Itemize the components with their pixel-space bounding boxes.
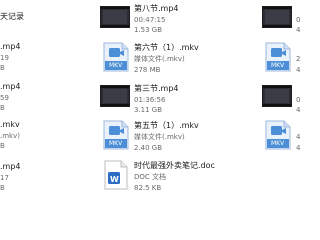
file-meta: 01:36:56 [134, 96, 166, 104]
file-size: 4 [296, 66, 301, 74]
word-letter: W [110, 175, 119, 184]
left-item-4[interactable]: .mp4 17 B [0, 160, 60, 196]
mkv-label: MKV [271, 62, 285, 69]
file-size: 278 MB [134, 66, 161, 74]
file-size: 4 [296, 144, 301, 152]
file-name: .mp4 [0, 162, 21, 171]
file-name: 第五节（1）.mkv [134, 121, 199, 130]
right-item-1[interactable]: MKV 2 4 [262, 40, 300, 80]
right-item-0[interactable]: 0 4 [262, 2, 300, 42]
left-item-2[interactable]: .mp4 59 B [0, 80, 60, 116]
file-meta: 2 [296, 55, 301, 63]
file-size: 4 [296, 106, 301, 114]
mkv-label: MKV [271, 140, 285, 147]
file-meta: .mkv) [0, 132, 20, 140]
file-meta: 媒体文件(.mkv) [134, 55, 185, 63]
right-item-3[interactable]: MKV 4 4 [262, 118, 300, 158]
file-size: B [0, 184, 5, 192]
file-name: 时代最强外卖笔记.doc [134, 161, 215, 170]
file-name: 第八节.mp4 [134, 4, 179, 13]
file-meta: 0 [296, 96, 301, 104]
file-name: .mkv [0, 120, 20, 129]
video-thumbnail-icon [262, 85, 292, 107]
file-item-4[interactable]: W 时代最强外卖笔记.doc DOC 文档 82.5 KB [100, 158, 240, 198]
file-item-0[interactable]: 第八节.mp4 00:47:15 1.53 GB [100, 2, 220, 42]
file-name: 第三节.mp4 [134, 84, 179, 93]
left-item-0[interactable]: 天记录 [0, 8, 60, 38]
file-meta: 17 [0, 174, 9, 182]
file-item-3[interactable]: MKV 第五节（1）.mkv 媒体文件(.mkv) 2.40 GB [100, 118, 220, 158]
file-size: B [0, 142, 5, 150]
file-meta: 00:47:15 [134, 16, 166, 24]
left-item-1[interactable]: .mp4 19 B [0, 40, 60, 76]
file-size: 1.53 GB [134, 26, 163, 34]
video-thumbnail-icon [100, 85, 130, 107]
file-size: 4 [296, 26, 301, 34]
file-meta: 19 [0, 54, 9, 62]
file-item-1[interactable]: MKV 第六节（1）.mkv 媒体文件(.mkv) 278 MB [100, 40, 220, 80]
video-thumbnail-icon [100, 6, 130, 28]
right-item-2[interactable]: 0 4 [262, 82, 300, 122]
file-size: B [0, 64, 5, 72]
file-name: 第六节（1）.mkv [134, 43, 199, 52]
left-item-3[interactable]: .mkv .mkv) B [0, 118, 60, 154]
file-meta: DOC 文档 [134, 173, 167, 181]
file-meta: 59 [0, 94, 9, 102]
file-name: .mp4 [0, 82, 21, 91]
file-size: 82.5 KB [134, 184, 162, 192]
file-item-2[interactable]: 第三节.mp4 01:36:56 3.11 GB [100, 82, 220, 122]
file-name: 天记录 [0, 12, 24, 21]
video-thumbnail-icon [262, 6, 292, 28]
file-size: B [0, 104, 5, 112]
file-meta: 0 [296, 16, 301, 24]
file-size: 2.40 GB [134, 144, 163, 152]
file-size: 3.11 GB [134, 106, 163, 114]
mkv-label: MKV [109, 140, 123, 147]
file-name: .mp4 [0, 42, 21, 51]
file-meta: 4 [296, 133, 301, 141]
mkv-label: MKV [109, 62, 123, 69]
file-meta: 媒体文件(.mkv) [134, 133, 185, 141]
